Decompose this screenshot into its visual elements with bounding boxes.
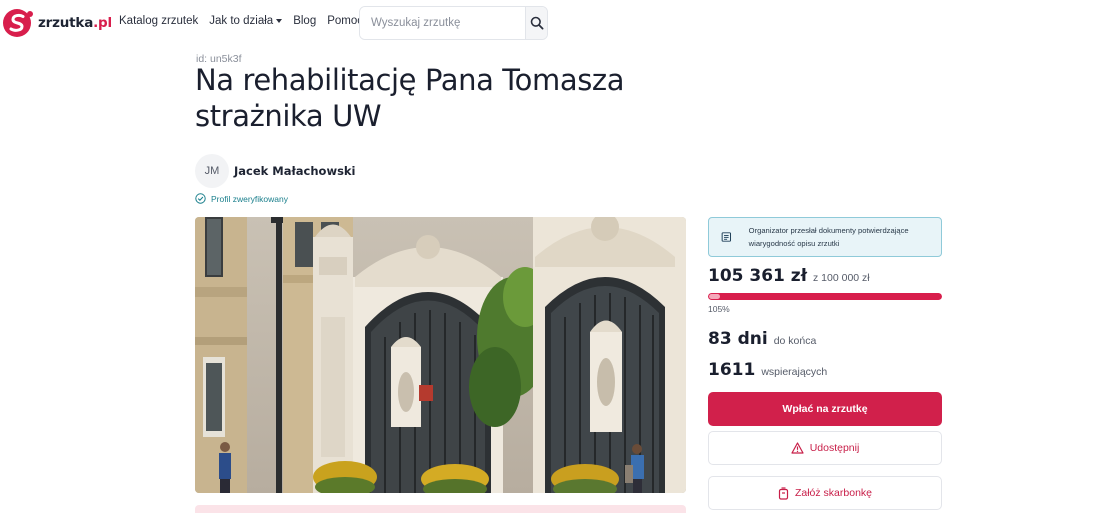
progress-marker (709, 294, 720, 299)
documents-notice-text: Organizator przesłał dokumenty potwierdz… (748, 226, 909, 248)
logo-name: zrzutka (38, 15, 94, 31)
nav-item-help[interactable]: Pomoc (327, 15, 363, 27)
check-circle-icon (195, 193, 206, 204)
search-bar (359, 6, 548, 40)
documents-verified-notice: Organizator przesłał dokumenty potwierdz… (708, 217, 942, 257)
nav-item-label: Jak to działa (209, 15, 274, 27)
university-gate-image (195, 217, 686, 493)
days-label: do końca (773, 335, 817, 347)
avatar[interactable]: JM (195, 154, 229, 188)
progress-bar (708, 293, 942, 300)
logo-icon (3, 9, 33, 37)
donate-button[interactable]: Wpłać na zrzutkę (708, 392, 942, 426)
supporters-value: 1611 (708, 360, 756, 380)
nav-item-catalog[interactable]: Katalog zrzutek (119, 15, 198, 27)
search-input[interactable] (360, 7, 525, 39)
caret-down-icon (276, 19, 283, 23)
goal-amount: z 100 000 zł (813, 272, 870, 284)
search-button[interactable] (525, 7, 547, 39)
raised-amount: 105 361 zł (708, 266, 808, 286)
main-nav: Katalog zrzutek Jak to działa Blog Pomoc (119, 15, 363, 27)
document-icon (721, 232, 732, 242)
search-icon (530, 16, 544, 30)
nav-item-label: Katalog zrzutek (119, 15, 199, 27)
logo-tld: .pl (93, 15, 112, 31)
description-section-top (195, 505, 686, 513)
verified-profile: Profil zweryfikowany (195, 193, 288, 204)
brand-logo[interactable]: zrzutka.pl (2, 8, 112, 38)
piggybank-button-label: Załóż skarbonkę (794, 487, 873, 499)
logo-text: zrzutka.pl (38, 15, 112, 31)
donate-button-label: Wpłać na zrzutkę (782, 403, 868, 415)
amount-raised: 105 361 zł z 100 000 zł (708, 266, 870, 286)
nav-item-label: Blog (293, 15, 317, 27)
organizer-name[interactable]: Jacek Małachowski (234, 164, 356, 178)
supporters-count: 1611 wspierających (708, 360, 827, 380)
page-title: Na rehabilitację Pana Tomasza strażnika … (195, 63, 625, 133)
verified-label: Profil zweryfikowany (211, 193, 288, 204)
share-button-label: Udostępnij (809, 442, 860, 454)
share-button[interactable]: Udostępnij (708, 431, 942, 465)
progress-fill (708, 293, 942, 300)
piggybank-icon (778, 486, 789, 500)
supporters-label: wspierających (761, 366, 828, 378)
progress-percent: 105% (708, 304, 730, 314)
create-piggybank-button[interactable]: Załóż skarbonkę (708, 476, 942, 510)
campaign-image[interactable] (195, 217, 686, 493)
nav-item-how-it-works[interactable]: Jak to działa (209, 15, 283, 27)
days-value: 83 dni (708, 329, 768, 349)
nav-item-blog[interactable]: Blog (293, 15, 316, 27)
nav-item-label: Pomoc (327, 15, 364, 27)
warning-icon (791, 442, 804, 454)
days-left: 83 dni do końca (708, 329, 816, 349)
